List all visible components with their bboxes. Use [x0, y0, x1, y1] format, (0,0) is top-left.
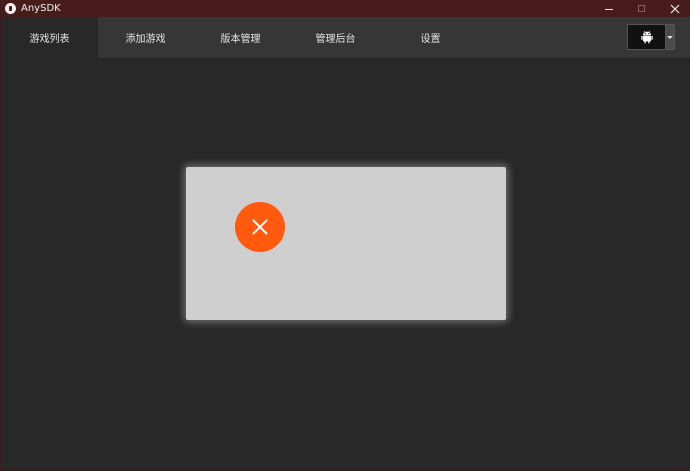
- close-icon: [670, 4, 679, 13]
- maximize-button[interactable]: [625, 0, 658, 17]
- tab-label: 设置: [420, 34, 441, 45]
- error-icon: [235, 202, 285, 252]
- tab-label: 添加游戏: [125, 34, 166, 45]
- maximize-icon: [638, 5, 645, 12]
- app-window: AnySDK 游戏列表 添加游戏 版本管理 管理后台 设置: [0, 0, 690, 471]
- anysdk-logo-icon: [5, 3, 16, 14]
- tab-label: 游戏列表: [29, 34, 70, 45]
- window-title: AnySDK: [21, 3, 61, 14]
- close-button[interactable]: [658, 0, 690, 17]
- platform-selected[interactable]: [627, 24, 666, 50]
- status-dialog: [186, 167, 506, 320]
- window-controls: [592, 0, 690, 17]
- tab-add-game[interactable]: 添加游戏: [98, 17, 193, 58]
- main-nav: 游戏列表 添加游戏 版本管理 管理后台 设置: [1, 17, 690, 58]
- tab-version-management[interactable]: 版本管理: [193, 17, 288, 58]
- tab-label: 管理后台: [315, 34, 356, 45]
- minimize-icon: [604, 8, 613, 10]
- title-bar[interactable]: AnySDK: [1, 0, 690, 17]
- tab-game-list[interactable]: 游戏列表: [1, 17, 98, 58]
- platform-dropdown[interactable]: [627, 24, 675, 50]
- chevron-down-icon: [667, 35, 673, 39]
- tab-admin-backend[interactable]: 管理后台: [288, 17, 383, 58]
- tab-label: 版本管理: [220, 34, 261, 45]
- dropdown-toggle[interactable]: [666, 24, 675, 50]
- android-icon: [640, 30, 653, 44]
- close-x-icon: [252, 219, 268, 235]
- tab-settings[interactable]: 设置: [383, 17, 478, 58]
- minimize-button[interactable]: [592, 0, 625, 17]
